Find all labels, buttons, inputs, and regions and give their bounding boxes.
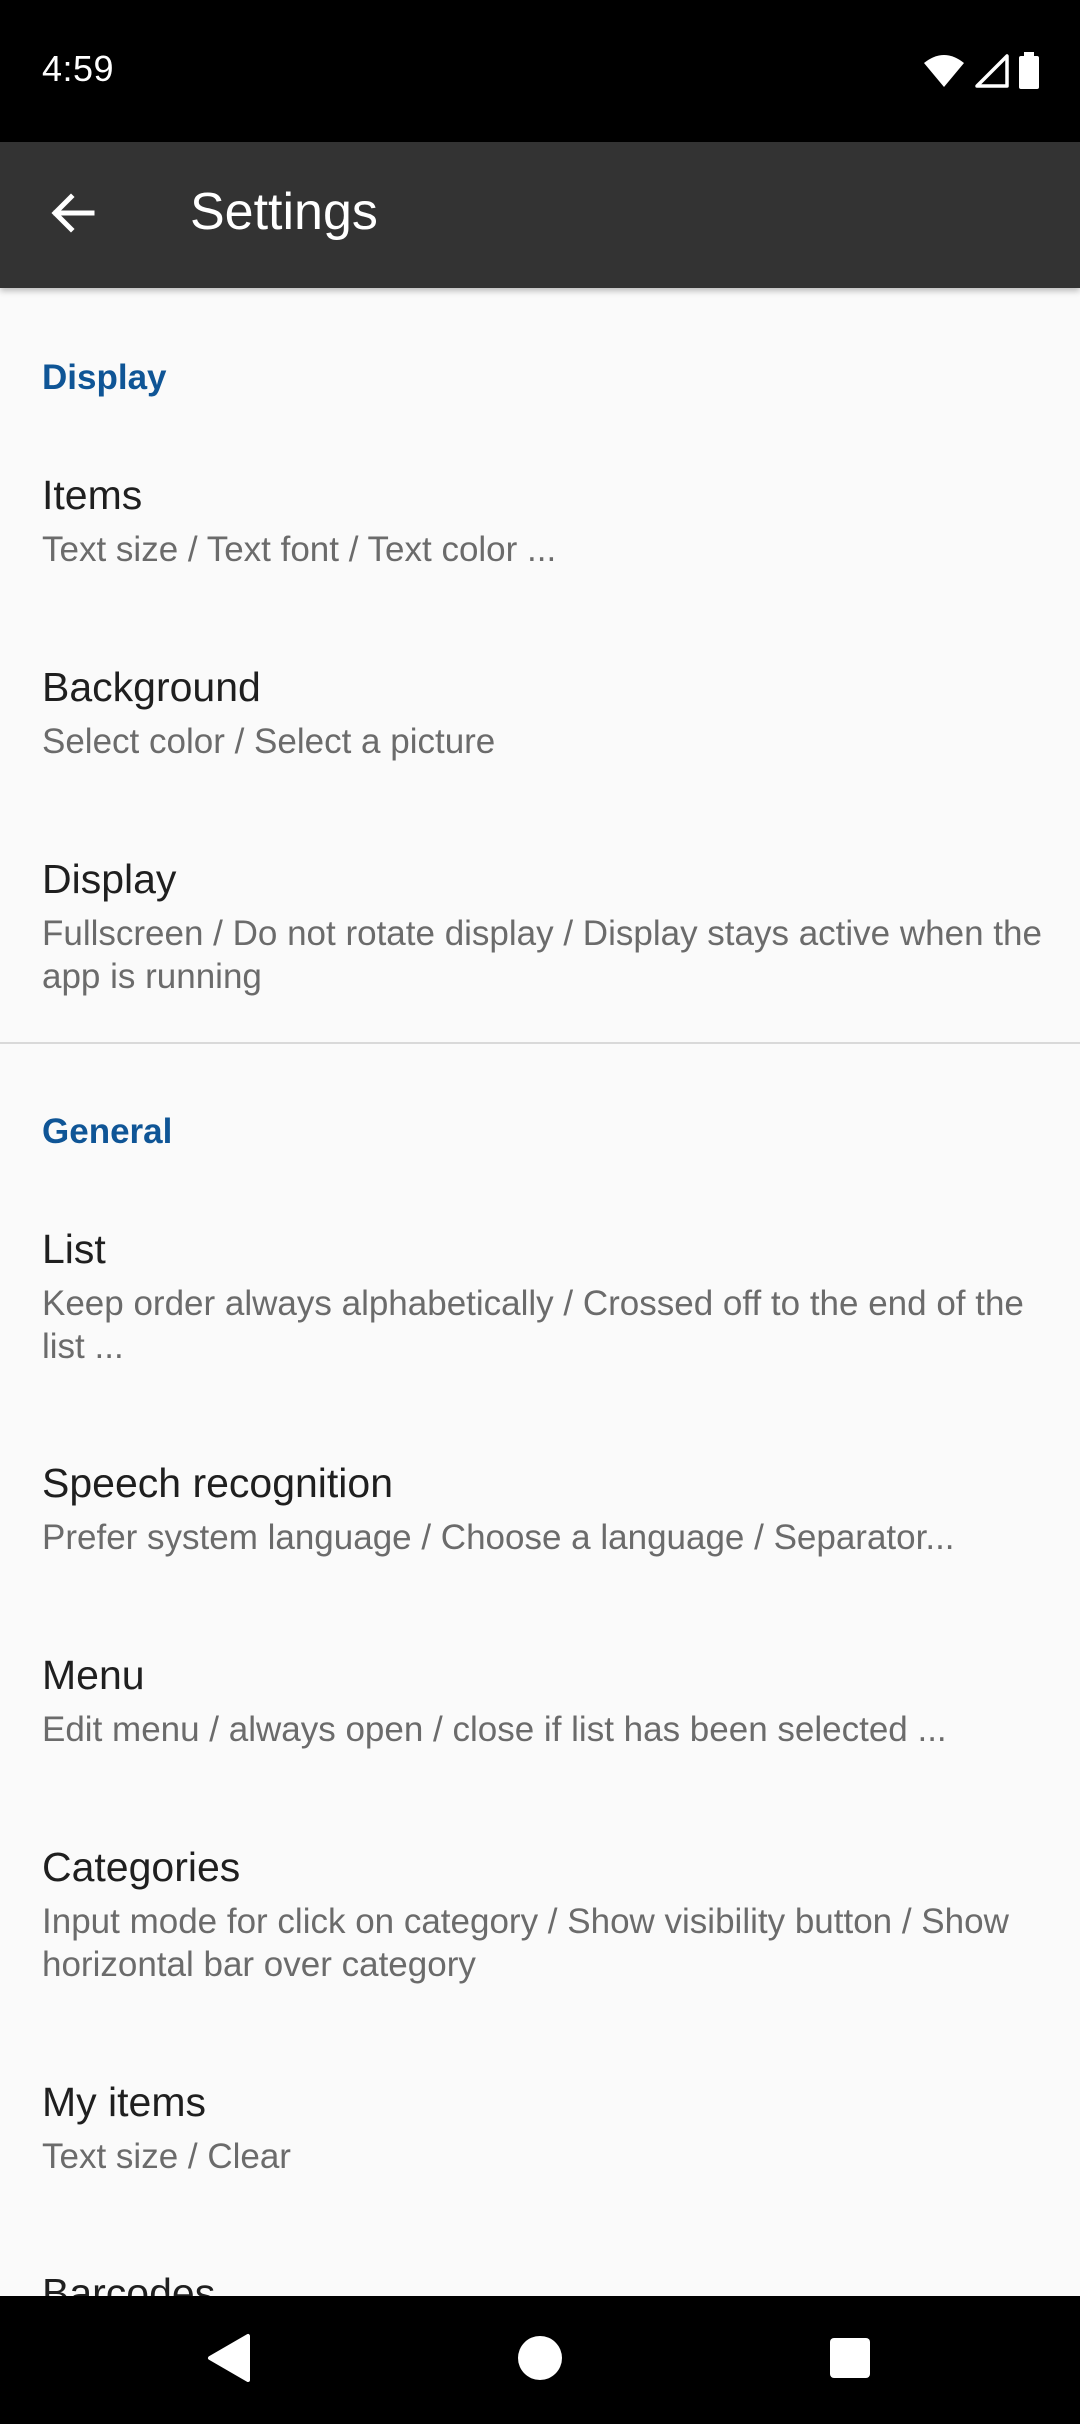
nav-recents-button[interactable] — [810, 2320, 890, 2400]
pref-item-my-items[interactable]: My items Text size / Clear — [0, 2079, 1080, 2199]
pref-title: Menu — [42, 1652, 145, 1698]
cell-signal-icon — [974, 53, 1010, 89]
page-title: Settings — [190, 183, 378, 241]
back-button[interactable] — [34, 176, 112, 254]
pref-summary: Text size / Clear — [42, 2137, 291, 2176]
wifi-icon — [922, 53, 966, 89]
home-circle-icon — [516, 2334, 564, 2387]
back-triangle-icon — [204, 2332, 252, 2389]
category-header-display: Display — [42, 358, 167, 397]
pref-item-background[interactable]: Background Select color / Select a pictu… — [0, 664, 1080, 784]
pref-title: Speech recognition — [42, 1460, 394, 1506]
pref-item-categories[interactable]: Categories Input mode for click on categ… — [0, 1844, 1080, 1994]
settings-screen: 4:59 Settings Display Items Text size / … — [0, 0, 1080, 2424]
pref-title: Barcodes — [42, 2270, 216, 2296]
pref-summary: Text size / Text font / Text color ... — [42, 530, 557, 569]
pref-item-barcodes[interactable]: Barcodes — [0, 2270, 1080, 2296]
arrow-back-icon — [50, 190, 96, 241]
pref-summary: Edit menu / always open / close if list … — [42, 1710, 947, 1749]
app-bar: Settings — [0, 142, 1080, 288]
pref-title: My items — [42, 2079, 206, 2125]
pref-item-speech-recognition[interactable]: Speech recognition Prefer system languag… — [0, 1460, 1080, 1580]
pref-title: Display — [42, 856, 177, 902]
nav-back-button[interactable] — [188, 2320, 268, 2400]
section-divider — [0, 1042, 1080, 1044]
status-time: 4:59 — [42, 48, 115, 89]
battery-icon — [1018, 52, 1040, 90]
pref-summary: Fullscreen / Do not rotate display / Dis… — [42, 914, 1042, 996]
pref-summary: Keep order always alphabetically / Cross… — [42, 1284, 1024, 1366]
status-icons — [922, 52, 1040, 90]
pref-summary: Input mode for click on category / Show … — [42, 1902, 1009, 1984]
system-nav-bar — [0, 2296, 1080, 2424]
pref-item-items[interactable]: Items Text size / Text font / Text color… — [0, 472, 1080, 592]
pref-item-menu[interactable]: Menu Edit menu / always open / close if … — [0, 1652, 1080, 1772]
pref-title: List — [42, 1226, 106, 1272]
pref-summary: Select color / Select a picture — [42, 722, 496, 761]
pref-summary: Prefer system language / Choose a langua… — [42, 1518, 955, 1557]
pref-title: Categories — [42, 1844, 241, 1890]
status-bar: 4:59 — [0, 0, 1080, 142]
category-header-general: General — [42, 1112, 173, 1151]
recents-square-icon — [829, 2337, 871, 2384]
pref-item-list[interactable]: List Keep order always alphabetically / … — [0, 1226, 1080, 1376]
nav-home-button[interactable] — [500, 2320, 580, 2400]
pref-item-display[interactable]: Display Fullscreen / Do not rotate displ… — [0, 856, 1080, 1006]
pref-title: Background — [42, 664, 261, 710]
pref-title: Items — [42, 472, 143, 518]
settings-list: Display Items Text size / Text font / Te… — [0, 288, 1080, 2296]
